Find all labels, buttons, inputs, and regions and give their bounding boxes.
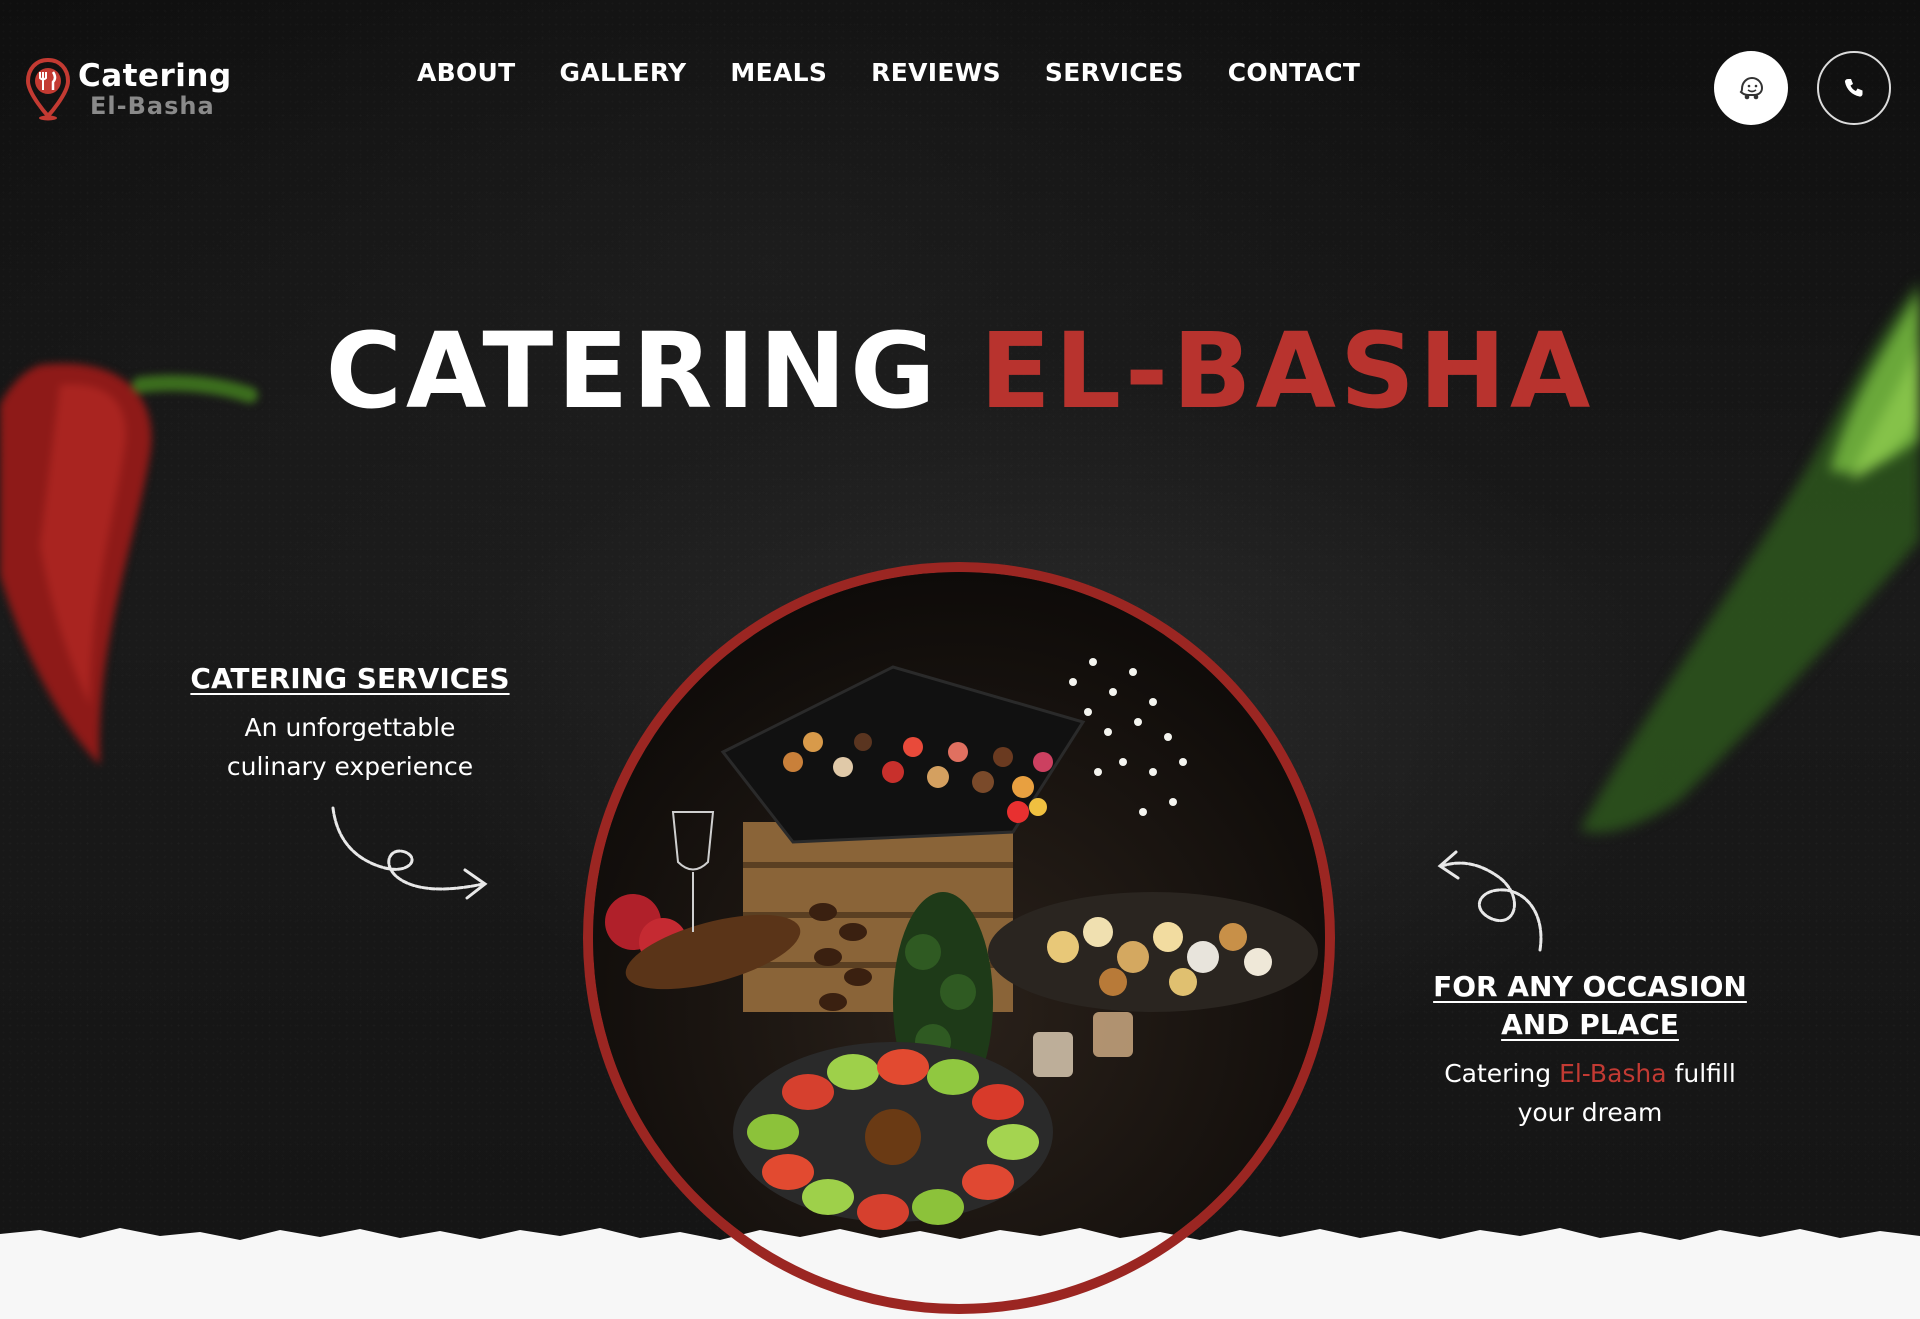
catering-services-line2: culinary experience — [226, 752, 474, 781]
chalk-arrow-left-icon — [331, 806, 488, 900]
map-pin-cutlery-icon — [26, 58, 70, 121]
nav-item-reviews[interactable]: REVIEWS — [871, 58, 1001, 87]
torn-paper-edge — [0, 1228, 1920, 1319]
occasion-heading-line2: AND PLACE — [1501, 1008, 1679, 1041]
occasion-text-line1: Catering El-Basha fulfill — [1410, 1054, 1770, 1093]
featured-food-photo — [593, 572, 1325, 1304]
hero-title-red: EL-BASHA — [979, 310, 1595, 432]
occasion-text: Catering El-Basha fulfill your dream — [1410, 1054, 1770, 1132]
occasion-text-line2: your dream — [1517, 1098, 1663, 1127]
waze-button[interactable] — [1714, 51, 1788, 125]
occasion-heading-line1: FOR ANY OCCASION — [1433, 970, 1747, 1003]
brand-name: Catering — [78, 58, 232, 94]
nav-item-contact[interactable]: CONTACT — [1228, 58, 1360, 87]
hero-title-white: CATERING — [325, 310, 940, 432]
occasion-text-before: Catering — [1444, 1059, 1552, 1088]
catering-services-text: An unforgettable culinary experience — [190, 708, 510, 786]
occasion-heading: FOR ANY OCCASION AND PLACE — [1410, 968, 1770, 1044]
brand-subname: El-Basha — [90, 92, 215, 120]
chalk-arrow-right-icon — [1437, 850, 1543, 952]
hero-title: CATERING EL-BASHA — [0, 310, 1920, 432]
catering-services-line1: An unforgettable — [244, 713, 456, 742]
occasion-text-after: fulfill — [1674, 1059, 1736, 1088]
nav-item-about[interactable]: ABOUT — [417, 58, 516, 87]
occasion-text-brand: El-Basha — [1559, 1059, 1667, 1088]
main-nav: ABOUT GALLERY MEALS REVIEWS SERVICES CON… — [417, 58, 1404, 87]
nav-item-meals[interactable]: MEALS — [730, 58, 827, 87]
phone-icon — [1844, 79, 1863, 97]
nav-item-gallery[interactable]: GALLERY — [560, 58, 687, 87]
featured-food-photo-frame — [583, 562, 1335, 1314]
nav-item-services[interactable]: SERVICES — [1045, 58, 1184, 87]
brand-logo[interactable]: Catering El-Basha — [26, 56, 266, 126]
waze-icon — [1739, 76, 1764, 100]
catering-services-heading: CATERING SERVICES — [190, 662, 510, 695]
phone-button[interactable] — [1817, 51, 1891, 125]
